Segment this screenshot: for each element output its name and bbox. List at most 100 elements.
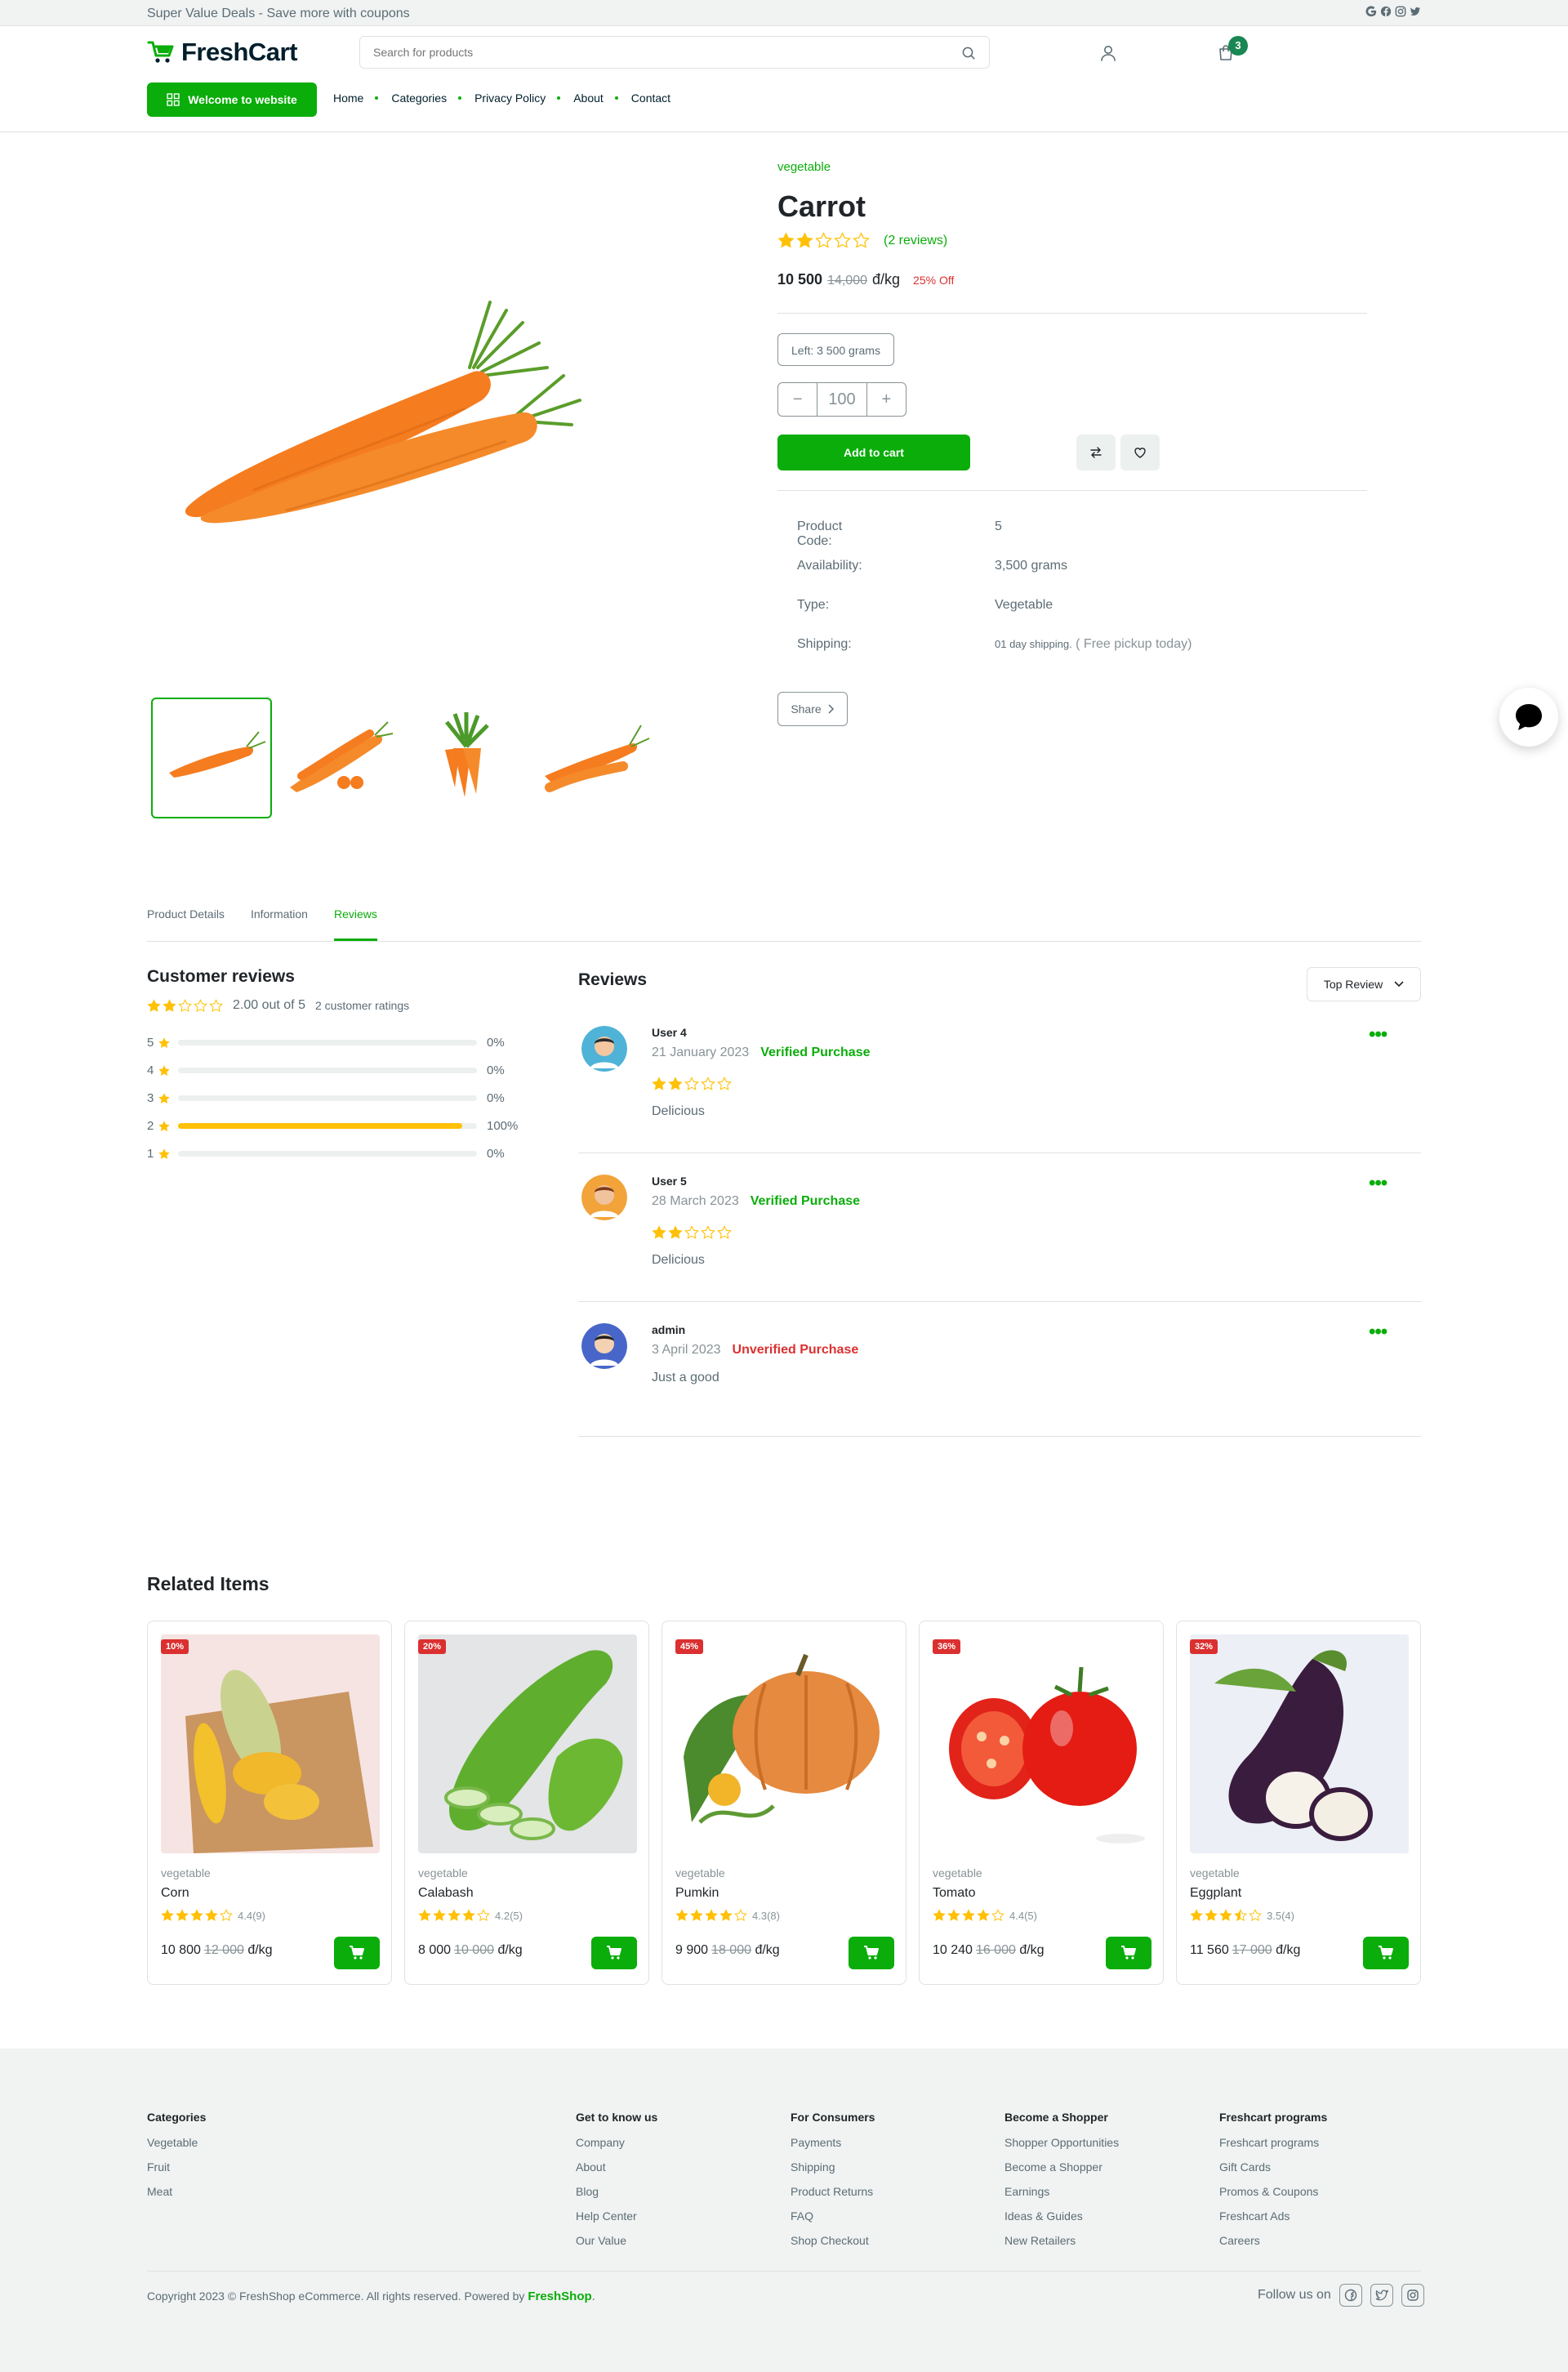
more-options-icon[interactable]: ••• <box>1369 1174 1388 1193</box>
footer-link[interactable]: Shipping <box>791 2161 875 2186</box>
footer-link[interactable]: Earnings <box>1004 2186 1119 2210</box>
sort-dropdown[interactable]: Top Review <box>1307 967 1421 1001</box>
product-card[interactable]: 20% vegetable Calabash 4.2(5) 8 000 10 000 đ/… <box>404 1621 649 1985</box>
thumbnail-4[interactable] <box>533 698 654 818</box>
footer-link[interactable]: Payments <box>791 2137 875 2161</box>
footer-link[interactable]: Ideas & Guides <box>1004 2210 1119 2235</box>
footer-link[interactable]: Gift Cards <box>1219 2161 1327 2186</box>
footer-link[interactable]: Careers <box>1219 2235 1327 2259</box>
footer-link[interactable]: Our Value <box>576 2235 657 2259</box>
reviews-title: Reviews <box>578 970 648 989</box>
product-category[interactable]: vegetable <box>418 1866 468 1879</box>
footer-column: Get to know us Company About Blog Help Cente… <box>576 2111 657 2259</box>
more-options-icon[interactable]: ••• <box>1369 1322 1388 1342</box>
search-bar <box>359 36 990 69</box>
qty-minus-button[interactable]: − <box>778 383 817 416</box>
review-text: Just a good <box>652 1371 719 1384</box>
add-to-cart-button[interactable]: Add to cart <box>777 435 970 470</box>
deal-text: Super Value Deals - Save more with coupo… <box>147 7 410 20</box>
reviews-link[interactable]: (2 reviews) <box>884 234 947 248</box>
product-card[interactable]: 45% vegetable Pumkin 4.3(8) 9 900 18 000 đ/kg <box>662 1621 906 1985</box>
footer-link[interactable]: FAQ <box>791 2210 875 2235</box>
qty-plus-button[interactable]: + <box>867 383 906 416</box>
footer-link[interactable]: Blog <box>576 2186 657 2210</box>
nav-privacy-policy[interactable]: Privacy Policy <box>474 91 546 105</box>
product-name[interactable]: Calabash <box>418 1886 474 1901</box>
nav-categories[interactable]: Categories <box>391 91 447 105</box>
thumbnail-3[interactable] <box>406 698 527 818</box>
footer-link[interactable]: Promos & Coupons <box>1219 2186 1327 2210</box>
facebook-icon[interactable] <box>1339 2284 1362 2307</box>
footer-link[interactable]: Company <box>576 2137 657 2161</box>
rating-text: 4.2(5) <box>495 1909 523 1922</box>
twitter-icon[interactable] <box>1410 6 1421 17</box>
product-category[interactable]: vegetable <box>933 1866 982 1879</box>
footer-link[interactable]: Freshcart Ads <box>1219 2210 1327 2235</box>
nav-about[interactable]: About <box>573 91 604 105</box>
product-category[interactable]: vegetable <box>1190 1866 1240 1879</box>
footer-link[interactable]: Help Center <box>576 2210 657 2235</box>
avatar <box>581 1026 627 1072</box>
brand-link[interactable]: FreshShop <box>528 2290 591 2303</box>
footer-link[interactable]: Shopper Opportunities <box>1004 2137 1119 2161</box>
product-image[interactable] <box>1190 1634 1409 1853</box>
product-category[interactable]: vegetable <box>777 160 831 174</box>
product-card[interactable]: 32% vegetable Eggplant 3.5(4) 11 560 17 000 đ… <box>1176 1621 1421 1985</box>
add-to-cart-button[interactable] <box>849 1937 894 1969</box>
footer-link[interactable]: Meat <box>147 2186 206 2210</box>
footer-link[interactable]: Shop Checkout <box>791 2235 875 2259</box>
product-card[interactable]: 10% vegetable Corn 4.4(9) 10 800 12 000 đ/kg <box>147 1621 392 1985</box>
google-icon[interactable] <box>1365 6 1377 17</box>
search-icon[interactable] <box>961 46 976 60</box>
search-input[interactable] <box>360 37 932 68</box>
nav-contact[interactable]: Contact <box>631 91 670 105</box>
thumbnail-2[interactable] <box>278 698 399 818</box>
chevron-down-icon <box>1394 981 1404 988</box>
add-to-cart-button[interactable] <box>334 1937 380 1969</box>
product-name[interactable]: Corn <box>161 1886 189 1901</box>
star-filled-icon <box>933 1909 946 1922</box>
product-category[interactable]: vegetable <box>161 1866 211 1879</box>
product-category[interactable]: vegetable <box>675 1866 725 1879</box>
product-card[interactable]: 36% vegetable Tomato 4.4(5) 10 240 16 000 đ/k… <box>919 1621 1164 1985</box>
footer-link[interactable]: New Retailers <box>1004 2235 1119 2259</box>
instagram-icon[interactable] <box>1395 6 1406 17</box>
compare-button[interactable] <box>1076 435 1116 470</box>
footer-link[interactable]: Fruit <box>147 2161 206 2186</box>
user-icon[interactable] <box>1099 44 1117 62</box>
facebook-icon[interactable] <box>1380 6 1392 17</box>
tab-reviews[interactable]: Reviews <box>333 907 377 941</box>
wishlist-button[interactable] <box>1120 435 1160 470</box>
qty-value[interactable]: 100 <box>817 383 867 416</box>
rating-bar-row: 5 0% <box>147 1036 505 1050</box>
product-name[interactable]: Pumkin <box>675 1886 719 1901</box>
add-to-cart-button[interactable] <box>1106 1937 1152 1969</box>
product-image[interactable] <box>933 1634 1152 1853</box>
tab-product-details[interactable]: Product Details <box>147 907 225 921</box>
instagram-icon[interactable] <box>1401 2284 1424 2307</box>
add-to-cart-button[interactable] <box>1363 1937 1409 1969</box>
footer-link[interactable]: Become a Shopper <box>1004 2161 1119 2186</box>
footer-link[interactable]: Freshcart programs <box>1219 2137 1327 2161</box>
product-image[interactable] <box>418 1634 637 1853</box>
share-button[interactable]: Share <box>777 692 848 726</box>
twitter-icon[interactable] <box>1370 2284 1393 2307</box>
tab-information[interactable]: Information <box>251 907 308 921</box>
footer-link[interactable]: Product Returns <box>791 2186 875 2210</box>
nav-home[interactable]: Home <box>333 91 363 105</box>
product-name[interactable]: Tomato <box>933 1886 975 1901</box>
product-image[interactable] <box>675 1634 894 1853</box>
welcome-button[interactable]: Welcome to website <box>147 82 317 117</box>
logo[interactable]: FreshCart <box>147 38 297 67</box>
more-options-icon[interactable]: ••• <box>1369 1025 1388 1045</box>
footer-link[interactable]: About <box>576 2161 657 2186</box>
product-name[interactable]: Eggplant <box>1190 1886 1241 1901</box>
chevron-right-icon <box>826 704 835 714</box>
add-to-cart-button[interactable] <box>591 1937 637 1969</box>
cart-icon <box>606 1946 622 1960</box>
product-image[interactable] <box>161 1634 380 1853</box>
product-main-image[interactable] <box>155 245 645 588</box>
thumbnail-1[interactable] <box>151 698 272 818</box>
footer-link[interactable]: Vegetable <box>147 2137 206 2161</box>
chat-widget-button[interactable] <box>1499 688 1558 747</box>
